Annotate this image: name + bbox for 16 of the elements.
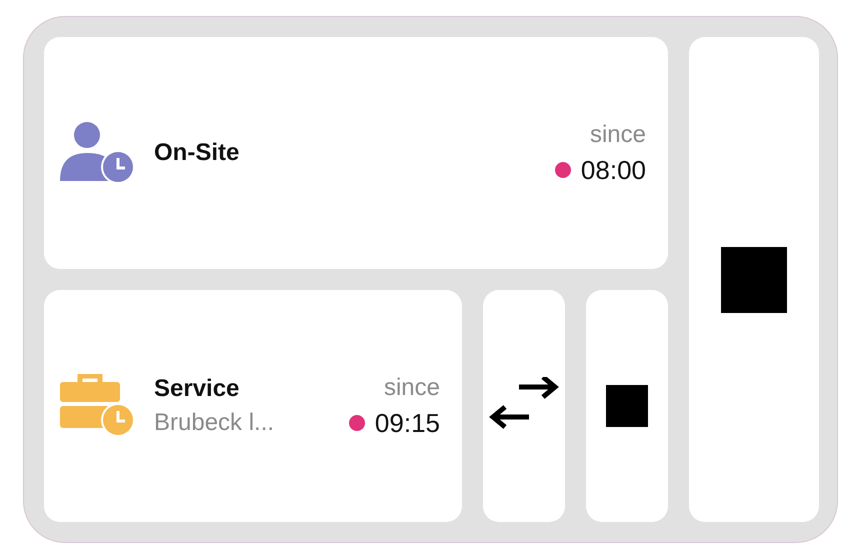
status-subtitle: Brubeck l... [154,409,276,437]
status-title: On-Site [154,139,240,167]
since-label: since [384,374,440,402]
stop-button[interactable] [689,37,819,522]
briefcase-clock-icon [60,374,136,438]
stop-button[interactable] [586,290,668,522]
start-time: 09:15 [374,408,440,438]
status-title: Service [154,375,240,403]
since-label: since [590,120,646,148]
stop-icon [721,246,787,312]
swap-button[interactable] [483,290,565,522]
status-card[interactable]: Service Brubeck l... since 09:15 [44,290,462,522]
start-time: 08:00 [580,154,646,186]
status-card[interactable]: On-Site since 08:00 [44,37,668,269]
stop-icon [606,385,648,427]
person-clock-icon [60,121,136,185]
